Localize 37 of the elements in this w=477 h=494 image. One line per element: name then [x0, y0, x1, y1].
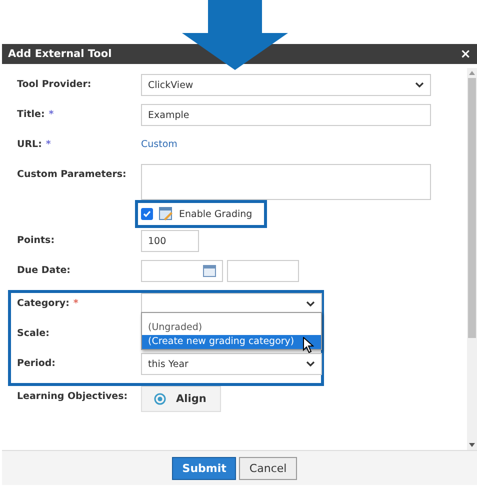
- dropdown-option[interactable]: (Create new grading category): [142, 335, 321, 349]
- dropdown-option[interactable]: (Ungraded): [142, 321, 321, 335]
- down-arrow-icon: [182, 0, 290, 70]
- field-label: URL: *: [17, 138, 52, 150]
- chevron-down-icon: [306, 361, 315, 367]
- submit-button[interactable]: Submit: [172, 456, 236, 480]
- time-field[interactable]: [227, 260, 299, 282]
- align-button[interactable]: Align: [141, 386, 222, 412]
- field-label: Category: *: [17, 297, 80, 309]
- scroll-down-icon[interactable]: [469, 443, 475, 447]
- close-button[interactable]: ×: [460, 46, 471, 62]
- calendar-icon[interactable]: [203, 265, 216, 277]
- target-icon: [154, 393, 166, 405]
- field-label: Scale:: [17, 327, 50, 339]
- field-label: Period:: [17, 357, 56, 369]
- field-label: Custom Parameters:: [17, 168, 128, 180]
- chevron-down-icon: [415, 82, 424, 88]
- field-label: Title: *: [17, 108, 55, 120]
- dialog-title: Add External Tool: [8, 48, 112, 60]
- gradebook-pencil-icon: [159, 207, 173, 221]
- scroll-up-icon[interactable]: [469, 71, 475, 75]
- scrollbar[interactable]: [467, 68, 477, 450]
- cancel-button[interactable]: Cancel: [239, 456, 297, 480]
- field-label: Learning Objectives:: [17, 390, 129, 402]
- field-label: Due Date:: [17, 264, 72, 276]
- text-field[interactable]: Example: [141, 104, 431, 126]
- checkbox[interactable]: [141, 208, 153, 220]
- checkbox-label: Enable Grading: [179, 208, 252, 220]
- dropdown-field[interactable]: this Year: [141, 353, 322, 375]
- field-label: Tool Provider:: [17, 78, 92, 90]
- text-field[interactable]: 100: [141, 230, 199, 252]
- link[interactable]: Custom: [141, 134, 178, 150]
- field-label: Points:: [17, 234, 56, 246]
- dropdown-field[interactable]: ClickView: [141, 74, 431, 96]
- text-area[interactable]: [141, 164, 431, 200]
- date-field[interactable]: [141, 260, 223, 282]
- chevron-down-icon: [306, 301, 315, 307]
